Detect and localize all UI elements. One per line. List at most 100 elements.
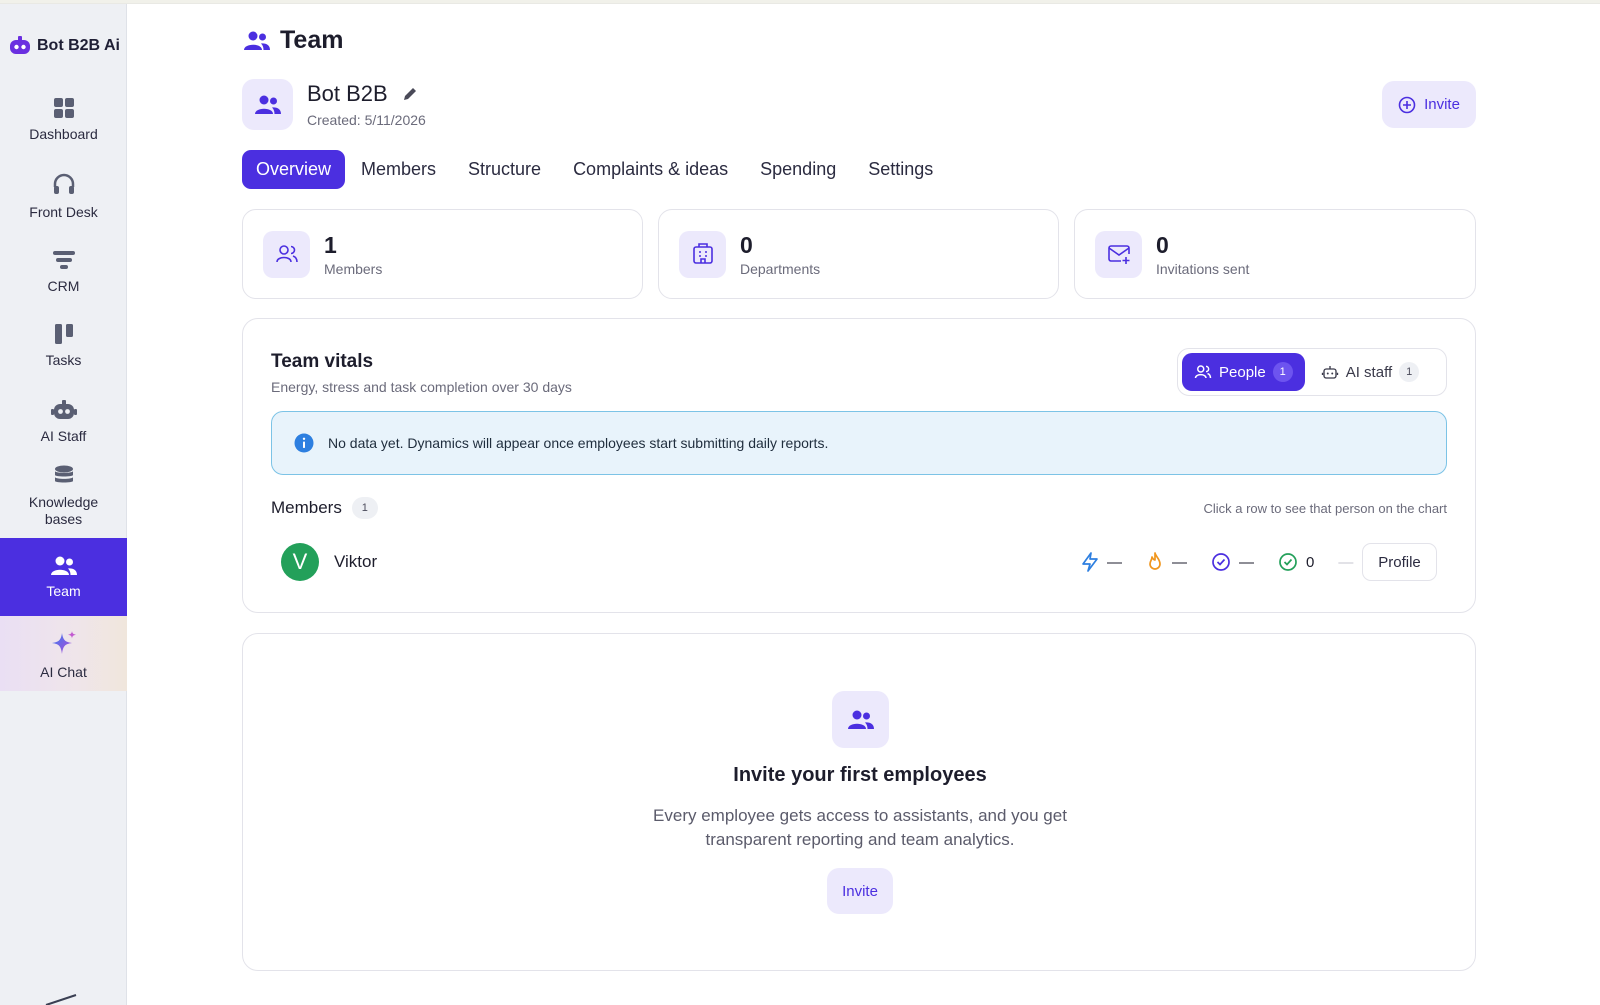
tab-bar: Overview Members Structure Complaints & … [242,150,949,189]
brand-name: Bot B2B Ai [37,37,120,54]
metric-stress: — [1146,552,1187,572]
empty-state-title: Invite your first employees [733,764,987,786]
sidebar-item-label: Team [46,583,81,599]
sidebar-item-crm[interactable]: CRM [0,248,127,310]
sidebar-item-knowledge-bases[interactable]: Knowledge bases [0,464,127,540]
members-count-badge: 1 [351,497,378,519]
check-circle-green-icon [1279,553,1297,571]
stat-label: Invitations sent [1156,260,1250,277]
stat-label: Departments [740,260,821,277]
tab-complaints-ideas[interactable]: Complaints & ideas [557,150,744,189]
stat-value: 0 [1156,231,1169,258]
sidebar-item-label: Dashboard [29,126,98,142]
metric-separator: — [1338,553,1354,571]
ai-staff-count-badge: 1 [1399,362,1420,382]
sidebar: Bot B2B Ai Dashboard Front Desk CRM Task… [0,4,127,1005]
toggle-ai-staff-label: AI staff [1345,363,1393,381]
sidebar-item-label: AI Chat [40,664,87,680]
stat-value: 1 [324,231,337,258]
building-icon [692,243,713,264]
funnel-icon [52,251,75,269]
info-message: No data yet. Dynamics will appear once e… [328,435,829,451]
empty-state-icon [832,691,889,748]
metric-done: 0 [1278,552,1314,572]
mail-plus-icon [1107,245,1130,264]
stat-label: Members [324,260,383,277]
sidebar-item-label: Knowledge bases [28,494,99,527]
stat-card-departments: 0 Departments [658,209,1059,299]
sidebar-item-label: CRM [47,278,80,294]
users-outline-icon [1194,365,1212,379]
member-row[interactable]: V Viktor — — — 0 — Profile [281,537,1447,587]
invite-empty-state: Invite your first employees Every employ… [242,633,1476,971]
flame-icon [1149,552,1161,570]
info-icon [294,433,314,453]
people-ai-toggle: People 1 AI staff 1 [1177,348,1447,396]
tab-settings[interactable]: Settings [852,150,949,189]
robot-logo-icon [10,36,30,54]
grid-icon [53,98,74,118]
tab-spending[interactable]: Spending [744,150,852,189]
page-title: Team [280,26,344,54]
invite-button-label: Invite [1424,96,1460,113]
people-count-badge: 1 [1272,362,1293,382]
team-name: Bot B2B [307,81,388,106]
toggle-people[interactable]: People 1 [1182,353,1305,391]
vitals-title: Team vitals [271,351,374,372]
kanban-icon [54,324,73,344]
profile-button[interactable]: Profile [1362,543,1437,581]
tab-members[interactable]: Members [345,150,452,189]
stat-card-members: 1 Members [242,209,643,299]
metric-energy: — [1081,552,1122,572]
sidebar-item-ai-chat[interactable]: AI Chat [0,616,127,691]
stat-value: 0 [740,231,753,258]
members-hint: Click a row to see that person on the ch… [1203,500,1447,516]
sidebar-item-label: Tasks [45,352,82,368]
avatar: V [281,543,319,581]
brand[interactable]: Bot B2B Ai [8,34,120,58]
members-section-header: Members 1 Click a row to see that person… [271,497,1447,519]
empty-state-description: Every employee gets access to assistants… [653,806,1067,849]
page-header: Team [244,26,343,55]
lightning-icon [1082,552,1098,572]
info-banner: No data yet. Dynamics will appear once e… [271,411,1447,475]
headset-icon [53,173,74,194]
sidebar-item-tasks[interactable]: Tasks [0,322,127,384]
check-circle-icon [1212,553,1230,571]
robot-outline-icon [1321,366,1338,379]
users-icon [50,556,77,575]
team-vitals-panel: Team vitals Energy, stress and task comp… [242,318,1476,613]
sidebar-item-dashboard[interactable]: Dashboard [0,96,127,158]
send-icon [45,994,77,1005]
top-border [0,0,1600,4]
members-title: Members [271,498,342,517]
pencil-icon[interactable] [402,86,418,102]
sidebar-item-label: Front Desk [29,204,98,220]
users-outline-icon [275,245,298,263]
database-icon [54,465,73,483]
invite-button[interactable]: Invite [1382,81,1476,128]
team-avatar [242,79,293,130]
plus-circle-icon [1398,96,1416,113]
tab-structure[interactable]: Structure [452,150,557,189]
sidebar-item-label: AI Staff [40,428,87,444]
users-icon [847,710,874,729]
tab-overview[interactable]: Overview [242,150,346,189]
metric-tasks: — [1211,552,1254,572]
team-created-date: Created: 5/11/2026 [307,112,426,128]
toggle-ai-staff[interactable]: AI staff 1 [1309,353,1431,391]
sidebar-item-front-desk[interactable]: Front Desk [0,172,127,234]
member-name: Viktor [334,552,378,571]
member-metrics: — — — 0 — [1081,537,1353,587]
vitals-subtitle: Energy, stress and task completion over … [271,379,572,395]
sparkle-icon [51,631,76,654]
stat-card-invitations: 0 Invitations sent [1074,209,1476,299]
users-icon [254,95,281,114]
sidebar-item-team[interactable]: Team [0,538,127,616]
invite-employees-button[interactable]: Invite [827,868,893,914]
sidebar-item-ai-staff[interactable]: AI Staff [0,398,127,460]
users-icon [244,31,270,50]
toggle-people-label: People [1219,363,1266,381]
robot-icon [50,400,77,419]
team-header: Bot B2B Created: 5/11/2026 [242,79,426,130]
